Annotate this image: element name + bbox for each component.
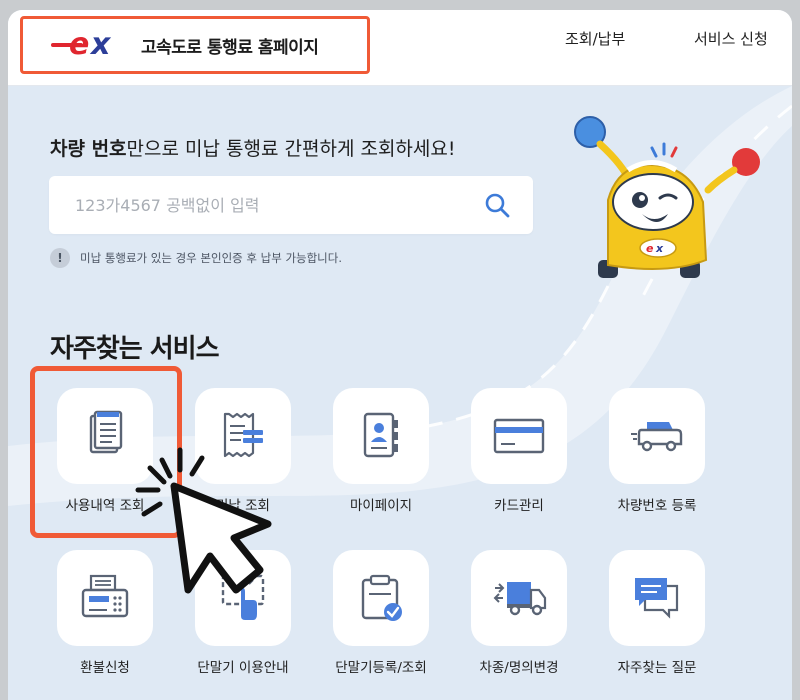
notice: ! 미납 통행료가 있는 경우 본인인증 후 납부 가능합니다. <box>50 248 342 268</box>
site-header: e x 고속도로 통행료 홈페이지 조회/납부 서비스 신청 <box>8 10 792 86</box>
nav-inquiry-payment[interactable]: 조회/납부 <box>565 28 625 49</box>
headline-rest: 만으로 미납 통행료 간편하게 조회하세요! <box>126 138 456 160</box>
service-label: 자주찾는 질문 <box>617 660 697 676</box>
service-refund-request[interactable]: 환불신청 <box>50 550 160 676</box>
svg-text:x: x <box>89 28 112 62</box>
search-icon[interactable] <box>483 191 511 219</box>
service-label: 환불신청 <box>80 660 130 676</box>
svg-text:e: e <box>69 28 89 62</box>
mascot-car-illustration: e x <box>574 116 760 278</box>
service-tile <box>609 388 705 484</box>
service-label: 마이페이지 <box>349 498 413 514</box>
fax-machine-icon <box>81 574 129 618</box>
service-terminal-register[interactable]: 단말기등록/조회 <box>326 550 436 676</box>
service-tile <box>195 550 291 646</box>
service-vehicle-change[interactable]: 차종/명의변경 <box>464 550 574 676</box>
receipt-icon <box>223 412 263 458</box>
service-usage-history[interactable]: 사용내역 조회 <box>50 388 160 514</box>
service-label: 사용내역 조회 <box>65 498 145 514</box>
service-label: 카드관리 <box>494 498 544 514</box>
truck-icon <box>493 582 547 616</box>
id-card-icon <box>363 412 398 458</box>
service-unpaid-inquiry[interactable]: 미납 조회 <box>188 388 298 514</box>
frequent-services-title: 자주찾는 서비스 <box>50 334 219 364</box>
service-tile <box>57 550 153 646</box>
brand-title: 고속도로 통행료 홈페이지 <box>141 37 319 58</box>
service-terminal-guide[interactable]: 단말기 이용안내 <box>188 550 298 676</box>
service-label: 미납 조회 <box>216 498 270 514</box>
document-list-icon <box>89 410 123 454</box>
service-label: 차량번호 등록 <box>617 498 697 514</box>
headline-bold: 차량 번호 <box>50 138 127 160</box>
notice-text: 미납 통행료가 있는 경우 본인인증 후 납부 가능합니다. <box>80 251 343 265</box>
service-tile <box>195 388 291 484</box>
service-label: 차종/명의변경 <box>479 660 559 676</box>
nav-service-application[interactable]: 서비스 신청 <box>694 28 768 49</box>
service-my-page[interactable]: 마이페이지 <box>326 388 436 514</box>
chat-bubble-icon <box>635 578 679 619</box>
service-tile <box>333 388 429 484</box>
page-frame: e x 고속도로 통행료 홈페이지 조회/납부 서비스 신청 차량 번호만으로 … <box>8 10 792 700</box>
service-label: 단말기등록/조회 <box>335 660 427 676</box>
credit-card-icon <box>493 418 545 454</box>
service-tile <box>333 550 429 646</box>
service-tile <box>609 550 705 646</box>
search-headline: 차량 번호만으로 미납 통행료 간편하게 조회하세요! <box>50 134 455 161</box>
ex-logo-icon: e x <box>51 28 112 62</box>
svg-text:x: x <box>655 242 664 255</box>
clipboard-check-icon <box>361 574 402 621</box>
car-icon <box>631 422 683 452</box>
service-tile <box>471 550 567 646</box>
vehicle-search-box <box>49 176 533 234</box>
service-label: 단말기 이용안내 <box>197 660 289 676</box>
exclamation-icon: ! <box>50 248 70 268</box>
service-faq[interactable]: 자주찾는 질문 <box>602 550 712 676</box>
service-tile <box>57 388 153 484</box>
service-card-management[interactable]: 카드관리 <box>464 388 574 514</box>
service-vehicle-registration[interactable]: 차량번호 등록 <box>602 388 712 514</box>
touch-screen-icon <box>221 574 265 620</box>
svg-text:e: e <box>646 242 654 255</box>
brand-home-link[interactable]: e x 고속도로 통행료 홈페이지 <box>20 16 370 74</box>
vehicle-number-input[interactable] <box>75 195 455 215</box>
service-tile <box>471 388 567 484</box>
